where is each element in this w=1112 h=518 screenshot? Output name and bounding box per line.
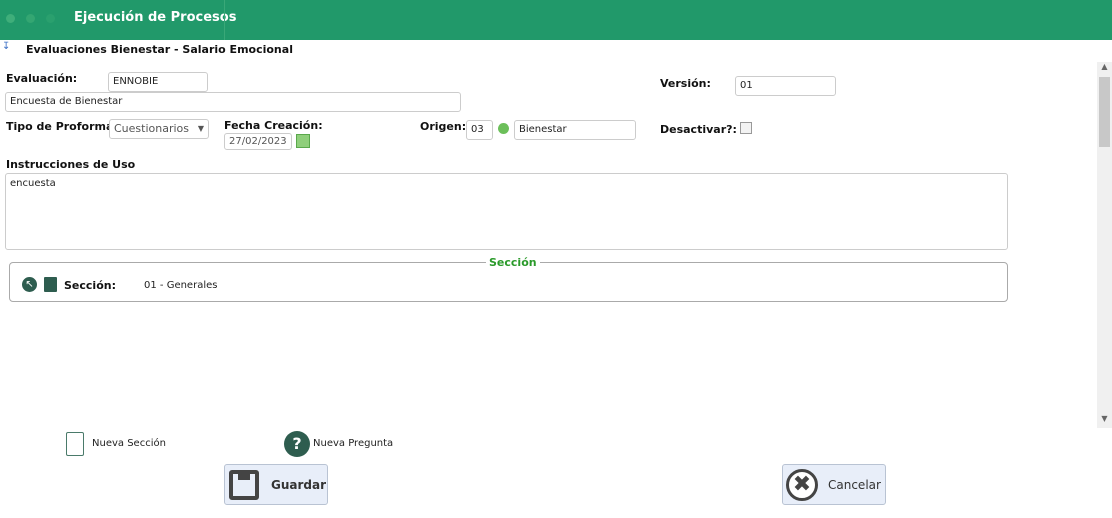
origen-label: Origen: <box>420 120 467 133</box>
question-icon[interactable]: ? <box>284 431 310 457</box>
cancelar-label: Cancelar <box>828 477 881 492</box>
fecha-input[interactable]: 27/02/2023 <box>224 133 292 150</box>
version-input[interactable]: 01 <box>735 76 836 96</box>
nueva-seccion-link[interactable]: Nueva Sección <box>92 438 166 449</box>
nueva-pregunta-link[interactable]: Nueva Pregunta <box>313 438 393 449</box>
trash-icon[interactable] <box>44 277 57 292</box>
desactivar-checkbox[interactable] <box>740 122 752 134</box>
evaluacion-label: Evaluación: <box>6 72 78 85</box>
seccion-value: 01 - Generales <box>144 280 218 291</box>
info-icon: ↧ <box>2 41 11 52</box>
tipo-proforma-value: Cuestionarios <box>114 122 190 135</box>
version-label: Versión: <box>660 77 711 90</box>
scroll-up-icon[interactable]: ▲ <box>1097 62 1112 76</box>
seccion-label: Sección: <box>64 279 116 292</box>
window-dot-icon[interactable] <box>26 14 35 23</box>
cancelar-button[interactable]: ✖ Cancelar <box>782 464 886 505</box>
guardar-button[interactable]: Guardar <box>224 464 328 505</box>
app-title: Ejecución de Procesos <box>74 10 237 25</box>
tipo-proforma-select[interactable]: Cuestionarios ▼ <box>109 119 209 139</box>
page-title: Evaluaciones Bienestar - Salario Emocion… <box>26 43 293 56</box>
save-icon <box>229 469 259 500</box>
origen-code-input[interactable]: 03 <box>466 120 493 140</box>
scrollbar[interactable]: ▲ ▼ <box>1097 62 1112 428</box>
cancel-x-icon: ✖ <box>786 468 818 501</box>
help-icon[interactable] <box>498 123 509 134</box>
edit-arrow-icon[interactable]: ↖ <box>22 277 37 292</box>
guardar-label: Guardar <box>271 477 327 492</box>
instrucciones-label: Instrucciones de Uso <box>6 158 136 171</box>
desactivar-label: Desactivar?: <box>660 123 737 136</box>
tipo-proforma-label: Tipo de Proforma: <box>6 120 118 133</box>
origen-desc-input[interactable]: Bienestar <box>514 120 636 140</box>
scrollbar-thumb[interactable] <box>1099 77 1110 147</box>
window-dot-icon[interactable] <box>46 14 55 23</box>
calendar-icon[interactable] <box>296 134 310 148</box>
window-dot-icon[interactable] <box>6 14 15 23</box>
evaluacion-desc-input[interactable]: Encuesta de Bienestar <box>5 92 461 112</box>
instrucciones-textarea[interactable]: encuesta <box>5 173 1008 250</box>
seccion-legend: Sección <box>486 256 540 269</box>
fecha-label: Fecha Creación: <box>224 119 323 132</box>
new-section-icon[interactable] <box>66 432 84 456</box>
scroll-down-icon[interactable]: ▼ <box>1097 414 1112 428</box>
evaluacion-code-input[interactable]: ENNOBIE <box>108 72 208 92</box>
header-divider <box>224 0 225 40</box>
chevron-down-icon: ▼ <box>197 124 204 133</box>
